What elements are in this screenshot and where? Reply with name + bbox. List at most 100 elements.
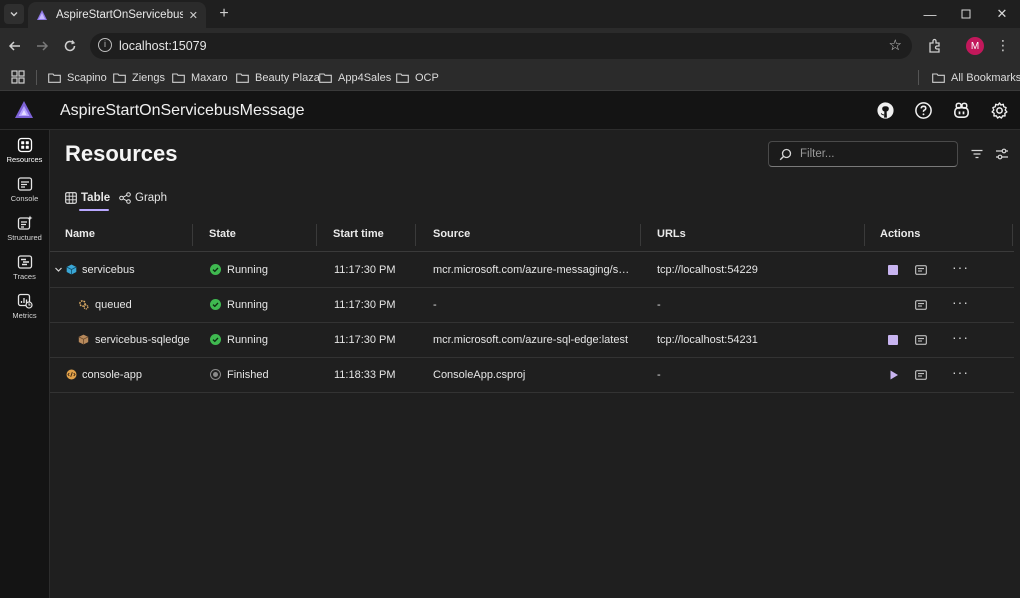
- active-tab-indicator: [79, 209, 110, 211]
- column-header-name[interactable]: Name: [65, 228, 95, 240]
- view-logs-icon[interactable]: [915, 369, 927, 381]
- close-tab-icon[interactable]: ✕: [189, 9, 198, 22]
- console-icon: [17, 177, 32, 191]
- more-actions-icon[interactable]: ···: [952, 259, 969, 275]
- github-icon[interactable]: [876, 101, 895, 120]
- column-divider[interactable]: [192, 224, 193, 246]
- help-icon[interactable]: [914, 101, 933, 120]
- page-title: Resources: [65, 141, 178, 166]
- resource-state: Running: [227, 334, 268, 346]
- resource-source: ConsoleApp.csproj: [433, 369, 526, 381]
- app-title: AspireStartOnServicebusMessage: [60, 102, 305, 119]
- table-row[interactable]: console-app Finished 11:18:33 PM Console…: [50, 358, 1014, 393]
- filter-icon[interactable]: [970, 147, 984, 161]
- column-header-state[interactable]: State: [209, 228, 236, 240]
- resource-source: mcr.microsoft.com/azure-messaging/servic…: [433, 264, 635, 276]
- browser-tab[interactable]: AspireStartOnServicebusMessage ✕: [28, 2, 206, 28]
- view-logs-icon[interactable]: [915, 334, 927, 346]
- bookmark-label: App4Sales: [338, 71, 392, 84]
- stop-button[interactable]: [888, 264, 900, 276]
- resource-name: queued: [95, 299, 132, 311]
- chevron-down-icon[interactable]: [54, 265, 63, 274]
- structured-icon: [17, 215, 32, 230]
- aspire-logo-icon[interactable]: [14, 100, 34, 120]
- minimize-button[interactable]: —: [912, 0, 948, 28]
- aspire-favicon-icon: [37, 10, 47, 20]
- maximize-icon: [961, 9, 971, 19]
- column-divider[interactable]: [1012, 224, 1013, 246]
- sidebar-item-traces[interactable]: Traces: [0, 250, 49, 286]
- column-divider[interactable]: [864, 224, 865, 246]
- bookmark-folder[interactable]: OCP: [396, 69, 439, 86]
- forward-arrow-icon: [37, 41, 49, 51]
- column-divider[interactable]: [316, 224, 317, 246]
- forward-button[interactable]: [32, 36, 52, 56]
- url-text[interactable]: localhost:15079: [119, 39, 207, 53]
- tab-table[interactable]: Table: [65, 187, 111, 211]
- more-actions-icon[interactable]: ···: [952, 364, 969, 380]
- maximize-button[interactable]: [948, 0, 984, 28]
- bookmark-star-icon[interactable]: ☆: [889, 36, 902, 54]
- table-header: Name State Start time Source URLs Action…: [50, 218, 1014, 252]
- site-info-icon[interactable]: i: [98, 38, 112, 52]
- package-box-icon: [78, 334, 89, 345]
- bookmark-folder[interactable]: Scapino: [48, 69, 107, 86]
- folder-icon: [396, 72, 409, 83]
- tab-title: AspireStartOnServicebusMessage: [56, 9, 183, 21]
- browser-tabstrip: AspireStartOnServicebusMessage ✕ + — ✕: [0, 0, 1020, 28]
- bookmark-label: OCP: [415, 71, 439, 84]
- table-row[interactable]: servicebus Running 11:17:30 PM mcr.micro…: [50, 253, 1014, 288]
- apps-grid-icon[interactable]: [11, 70, 25, 84]
- extensions-icon[interactable]: [926, 37, 944, 55]
- resource-url-link[interactable]: tcp://localhost:54229: [657, 264, 758, 276]
- copilot-icon[interactable]: [952, 101, 971, 120]
- sidebar-item-console[interactable]: Console: [0, 172, 49, 208]
- filter-box[interactable]: [768, 141, 958, 167]
- reload-button[interactable]: [60, 36, 80, 56]
- settings-gear-icon[interactable]: [990, 101, 1009, 120]
- sidebar-item-structured[interactable]: Structured: [0, 211, 49, 247]
- column-header-start-time[interactable]: Start time: [333, 228, 384, 240]
- column-divider[interactable]: [415, 224, 416, 246]
- search-icon: [779, 148, 792, 161]
- all-bookmarks-button[interactable]: All Bookmarks: [932, 69, 1020, 86]
- bookmark-folder[interactable]: Maxaro: [172, 69, 228, 86]
- resource-url-link[interactable]: tcp://localhost:54231: [657, 334, 758, 346]
- resource-state: Running: [227, 264, 268, 276]
- back-button[interactable]: [5, 36, 25, 56]
- sidebar-item-resources[interactable]: Resources: [0, 133, 49, 169]
- bookmarks-divider: [36, 70, 37, 85]
- tab-graph[interactable]: Graph: [119, 187, 167, 209]
- sidebar-item-metrics[interactable]: Metrics: [0, 289, 49, 325]
- more-actions-icon[interactable]: ···: [952, 294, 969, 310]
- main-content: Resources Table: [50, 130, 1020, 598]
- view-logs-icon[interactable]: [915, 264, 927, 276]
- new-tab-button[interactable]: +: [214, 4, 234, 24]
- stop-button[interactable]: [888, 334, 900, 346]
- finished-status-icon: [210, 369, 221, 380]
- bookmark-folder[interactable]: Ziengs: [113, 69, 165, 86]
- address-bar[interactable]: i localhost:15079 ☆: [90, 33, 912, 59]
- folder-icon: [236, 72, 249, 83]
- profile-avatar[interactable]: M: [966, 37, 984, 55]
- bookmark-folder[interactable]: App4Sales: [319, 69, 391, 86]
- column-header-source[interactable]: Source: [433, 228, 470, 240]
- view-logs-icon[interactable]: [915, 299, 927, 311]
- start-play-icon[interactable]: [888, 369, 900, 381]
- bookmark-folder[interactable]: Beauty Plaza: [236, 69, 320, 86]
- table-row[interactable]: queued Running 11:17:30 PM - - ···: [50, 288, 1014, 323]
- filter-input[interactable]: [800, 146, 950, 162]
- table-row[interactable]: servicebus-sqledge Running 11:17:30 PM m…: [50, 323, 1014, 358]
- chevron-down-icon: [10, 12, 18, 17]
- column-header-urls[interactable]: URLs: [657, 228, 686, 240]
- resource-name: servicebus: [82, 264, 135, 276]
- column-divider[interactable]: [640, 224, 641, 246]
- tab-search-button[interactable]: [4, 4, 24, 24]
- settings-sliders-icon[interactable]: [995, 147, 1009, 161]
- more-actions-icon[interactable]: ···: [952, 329, 969, 345]
- browser-menu-icon[interactable]: ⋮: [996, 37, 1010, 55]
- bookmark-label: Maxaro: [191, 71, 228, 84]
- metrics-icon: [17, 293, 33, 309]
- close-window-button[interactable]: ✕: [984, 0, 1020, 28]
- tab-label: Table: [81, 192, 111, 204]
